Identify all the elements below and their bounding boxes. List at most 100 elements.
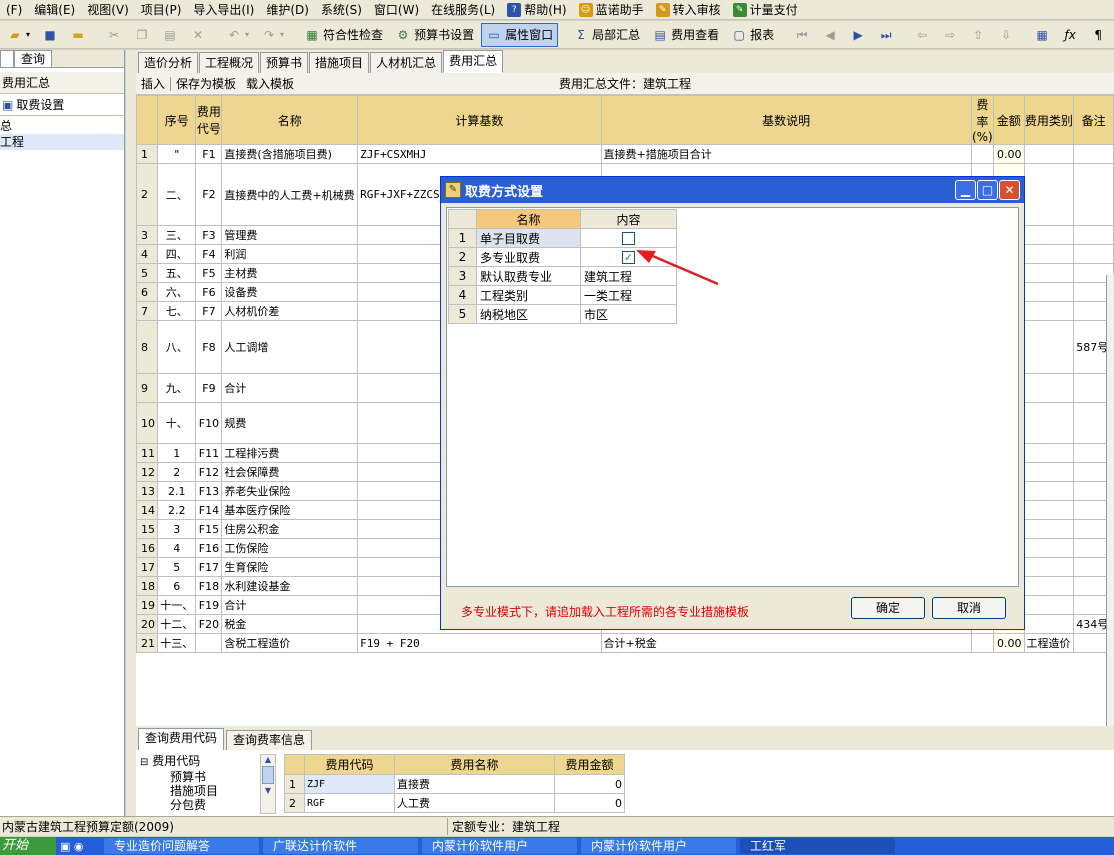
menu-item[interactable]: 窗口(W) xyxy=(368,0,425,19)
seq-cell[interactable]: 二、 xyxy=(156,163,197,226)
code-cell[interactable]: F19 xyxy=(195,595,223,615)
tab-budget[interactable]: 预算书 xyxy=(260,52,309,73)
header-name[interactable]: 名称 xyxy=(476,209,581,229)
name-cell[interactable]: 主材费 xyxy=(221,263,359,283)
table-row[interactable]: 5 纳税地区 市区 xyxy=(448,304,677,324)
tree-item-total[interactable]: 总 xyxy=(0,118,124,134)
close-button[interactable]: ✕ xyxy=(999,180,1020,200)
base-cell[interactable]: F19 + F20 xyxy=(357,633,602,653)
seq-cell[interactable]: 六、 xyxy=(156,282,197,302)
move-down-button[interactable]: ⇩ xyxy=(993,23,1019,47)
name-cell[interactable]: 合计 xyxy=(221,595,359,615)
category-cell[interactable] xyxy=(1023,519,1075,539)
tab-overview[interactable]: 工程概况 xyxy=(199,52,260,73)
name-cell[interactable]: 管理费 xyxy=(221,225,359,245)
header-rate[interactable]: 费率(%) xyxy=(970,95,995,145)
name-cell[interactable]: 生育保险 xyxy=(221,557,359,577)
rate-cell[interactable] xyxy=(970,144,995,164)
scroll-thumb[interactable] xyxy=(262,766,274,784)
next-button[interactable]: ▶ xyxy=(845,23,871,47)
code-cell[interactable]: F20 xyxy=(195,614,223,634)
category-cell[interactable] xyxy=(1023,225,1075,245)
category-cell[interactable] xyxy=(1023,614,1075,634)
name-cell[interactable]: 规费 xyxy=(221,402,359,444)
paste-button[interactable]: ▤ xyxy=(157,23,183,47)
tab-fee-summary[interactable]: 费用汇总 xyxy=(443,50,504,73)
note-cell[interactable] xyxy=(1073,144,1114,164)
fee-code-cell[interactable]: ZJF xyxy=(304,774,395,794)
code-cell[interactable]: F12 xyxy=(195,462,223,482)
menu-item[interactable]: 导入导出(I) xyxy=(187,0,260,19)
name-cell[interactable]: 工程排污费 xyxy=(221,443,359,463)
name-cell[interactable]: 人材机价差 xyxy=(221,301,359,321)
header-content[interactable]: 内容 xyxy=(580,209,677,229)
name-cell[interactable]: 社会保障费 xyxy=(221,462,359,482)
menu-item[interactable]: 编辑(E) xyxy=(28,0,81,19)
task-item[interactable]: 专业造价问题解答 xyxy=(104,838,259,854)
code-cell[interactable]: F6 xyxy=(195,282,223,302)
header-base[interactable]: 计算基数 xyxy=(357,95,602,145)
header-amount[interactable]: 金额 xyxy=(993,95,1025,145)
tree-item-project[interactable]: 工程 xyxy=(0,134,124,150)
category-cell[interactable] xyxy=(1023,481,1075,501)
tab-cost-analysis[interactable]: 造价分析 xyxy=(138,52,199,73)
seq-cell[interactable]: 八、 xyxy=(156,320,197,374)
category-cell[interactable] xyxy=(1023,500,1075,520)
name-cell[interactable]: 税金 xyxy=(221,614,359,634)
name-cell[interactable]: 住房公积金 xyxy=(221,519,359,539)
header-name[interactable]: 名称 xyxy=(221,95,359,145)
fee-amount-cell[interactable]: 0 xyxy=(554,774,625,794)
category-cell[interactable] xyxy=(1023,163,1075,226)
seq-cell[interactable]: 2 xyxy=(156,462,197,482)
left-tab-0[interactable] xyxy=(0,50,14,67)
task-item[interactable]: 工红军 xyxy=(740,838,895,854)
last-button[interactable]: ⏭ xyxy=(873,23,899,47)
ok-button[interactable]: 确定 xyxy=(851,597,925,619)
formula-button[interactable]: ƒx xyxy=(1057,23,1083,47)
note-cell[interactable] xyxy=(1073,163,1114,226)
seq-cell[interactable]: " xyxy=(156,144,197,164)
name-cell[interactable]: 含税工程造价 xyxy=(221,633,359,653)
fee-code-cell[interactable]: RGF xyxy=(304,793,395,813)
tab-query-fee-code[interactable]: 查询费用代码 xyxy=(138,728,225,750)
category-cell[interactable] xyxy=(1023,144,1075,164)
name-cell[interactable]: 工伤保险 xyxy=(221,538,359,558)
tree-node-budget[interactable]: 预算书 xyxy=(140,770,280,784)
seq-cell[interactable]: 十一、 xyxy=(156,595,197,615)
table-row[interactable]: 21 十三、 含税工程造价 F19 + F20 合计+税金 0.00 工程造价 xyxy=(136,633,1114,653)
task-item[interactable]: 广联达计价软件 xyxy=(263,838,418,854)
report-button[interactable]: ▢ 报表 xyxy=(726,23,779,47)
move-right-button[interactable]: ⇨ xyxy=(937,23,963,47)
category-cell[interactable] xyxy=(1023,282,1075,302)
table-row[interactable]: 1 ZJF 直接费 0 xyxy=(284,774,625,794)
tree-node-fee-code[interactable]: ⊟ 费用代码 xyxy=(140,754,280,770)
fee-amount-cell[interactable]: 0 xyxy=(554,793,625,813)
category-cell[interactable] xyxy=(1023,576,1075,596)
category-cell[interactable] xyxy=(1023,373,1075,403)
header-fee-amount[interactable]: 费用金额 xyxy=(554,754,625,775)
code-cell[interactable]: F16 xyxy=(195,538,223,558)
seq-cell[interactable]: 4 xyxy=(156,538,197,558)
code-cell[interactable]: F10 xyxy=(195,402,223,444)
folder-button[interactable]: ▬ xyxy=(65,23,91,47)
tab-query-rate[interactable]: 查询费率信息 xyxy=(226,730,313,750)
calculator-button[interactable]: ▦ xyxy=(1029,23,1055,47)
code-cell[interactable]: F4 xyxy=(195,244,223,264)
insert-button[interactable]: 插入 xyxy=(136,75,170,92)
minimize-button[interactable]: ▁ xyxy=(955,180,976,200)
fee-name-cell[interactable]: 直接费 xyxy=(394,774,555,794)
desc-cell[interactable]: 合计+税金 xyxy=(600,633,972,653)
seq-cell[interactable]: 五、 xyxy=(156,263,197,283)
paragraph-button[interactable]: ¶ xyxy=(1085,23,1111,47)
name-cell[interactable]: 水利建设基金 xyxy=(221,576,359,596)
tree-node-measures[interactable]: 措施项目 xyxy=(140,784,280,798)
category-cell[interactable]: 工程造价 xyxy=(1023,633,1075,653)
menu-item[interactable]: ✎ 计量支付 xyxy=(727,0,804,19)
category-cell[interactable] xyxy=(1023,595,1075,615)
redo-button[interactable]: ↷ ▾ xyxy=(256,23,289,47)
table-row[interactable]: 1 " F1 直接费(含措施项目费) ZJF+CSXMHJ 直接费+措施项目合计 0.00 xyxy=(136,144,1114,164)
category-cell[interactable] xyxy=(1023,301,1075,321)
header-category[interactable]: 费用类别 xyxy=(1023,95,1075,145)
code-cell[interactable]: F11 xyxy=(195,443,223,463)
menu-item[interactable]: 视图(V) xyxy=(81,0,135,19)
